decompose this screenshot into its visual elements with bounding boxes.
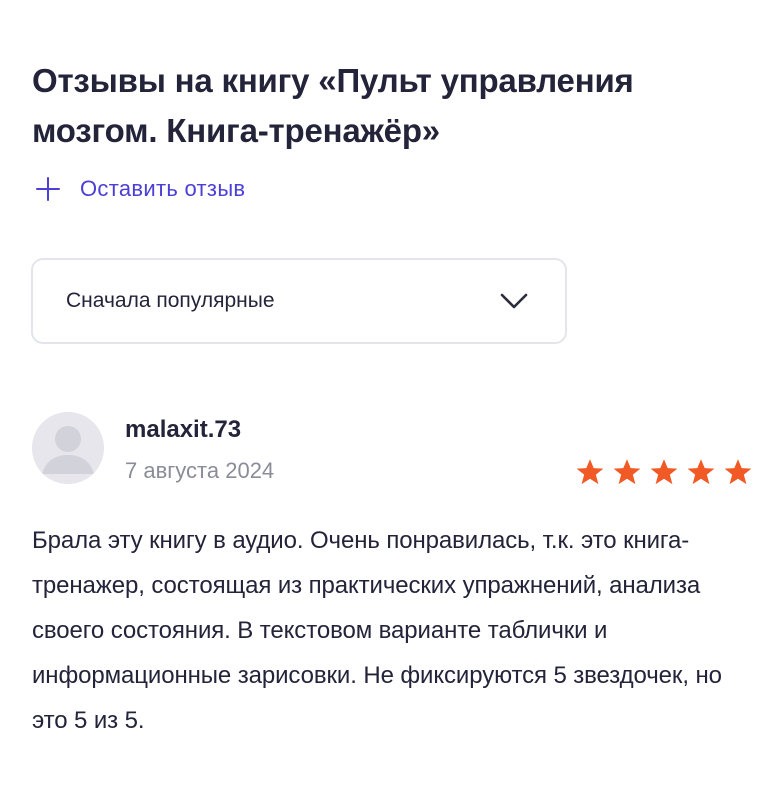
review-text: Брала эту книгу в аудио. Очень понравила…: [32, 527, 722, 734]
rating-stars: [574, 458, 754, 486]
chevron-down-icon: [500, 293, 528, 309]
add-review-button[interactable]: Оставить отзыв: [36, 176, 245, 202]
plus-icon: [36, 177, 60, 201]
star-icon: [724, 459, 752, 485]
review-date: 7 августа 2024: [125, 458, 275, 483]
add-review-label: Оставить отзыв: [80, 176, 246, 201]
sort-selected-value: Сначала популярные: [66, 289, 275, 312]
page-title: Отзывы на книгу «Пульт управления мозгом…: [32, 62, 634, 149]
avatar[interactable]: [32, 412, 104, 484]
review-author[interactable]: malaxit.73: [125, 416, 241, 444]
star-icon: [613, 459, 641, 485]
user-silhouette-icon: [32, 412, 104, 484]
star-icon: [576, 459, 604, 485]
sort-dropdown[interactable]: Сначала популярные: [31, 258, 567, 344]
star-icon: [650, 459, 678, 485]
star-icon: [687, 459, 715, 485]
